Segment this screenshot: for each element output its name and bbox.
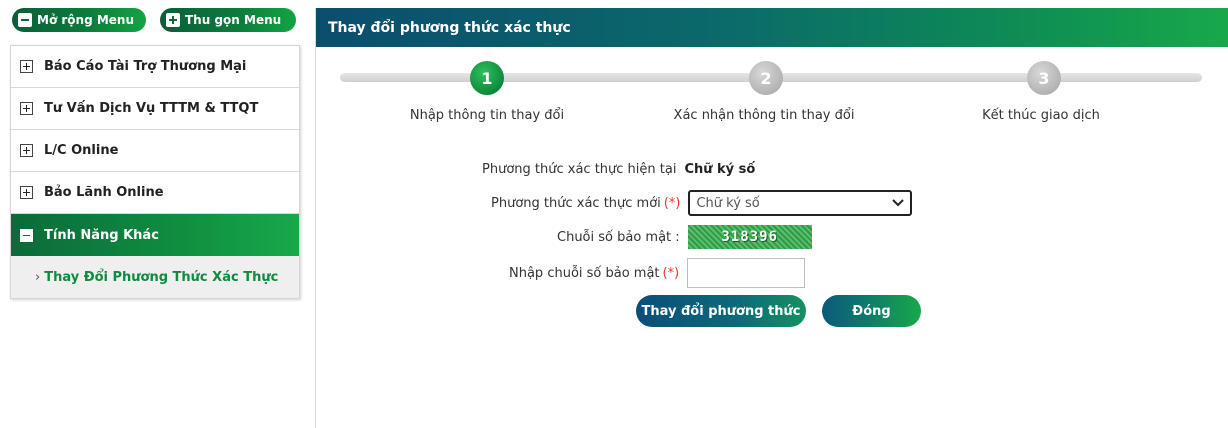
- progress-steps: 1 2 3 Nhập thông tin thay đổi Xác nhận t…: [316, 56, 1228, 136]
- plus-icon: [166, 13, 180, 27]
- new-method-label: Phương thức xác thực mới: [491, 195, 661, 211]
- collapse-menu-button[interactable]: Thu gọn Menu: [160, 8, 296, 32]
- chevron-right-icon: ›: [35, 269, 41, 285]
- collapse-minus-icon: [20, 228, 33, 242]
- menu-toggles: Mở rộng Menu Thu gọn Menu: [12, 8, 296, 32]
- change-method-label: Thay đổi phương thức: [641, 303, 801, 319]
- minus-icon: [18, 13, 32, 27]
- step-3-label: Kết thúc giao dịch: [982, 108, 1100, 123]
- sidebar: Mở rộng Menu Thu gọn Menu Báo Cáo Tài Tr…: [0, 0, 300, 428]
- expand-plus-icon: [20, 60, 33, 73]
- expand-menu-button[interactable]: Mở rộng Menu: [12, 8, 146, 32]
- captcha-input-label: Nhập chuỗi số bảo mật: [509, 265, 660, 281]
- panel-header: Thay đổi phương thức xác thực: [316, 8, 1228, 47]
- sidebar-item-lc-online[interactable]: L/C Online: [11, 130, 299, 172]
- new-method-row: Phương thức xác thực mới (*) Chữ ký số: [491, 190, 913, 216]
- required-mark: (*): [663, 195, 681, 211]
- expand-plus-icon: [20, 102, 33, 115]
- step-3-number: 3: [1038, 68, 1050, 88]
- sidebar-item-other-features[interactable]: Tính Năng Khác: [11, 214, 299, 256]
- step-1-circle: 1: [470, 61, 504, 95]
- current-method-value: Chữ ký số: [684, 161, 756, 177]
- sidebar-item-guarantee-online[interactable]: Bảo Lãnh Online: [11, 172, 299, 214]
- current-method-row: Phương thức xác thực hiện tại Chữ ký số: [482, 160, 755, 178]
- step-2-number: 2: [760, 68, 772, 88]
- page-title: Thay đổi phương thức xác thực: [328, 19, 571, 36]
- submenu-item-change-auth-method[interactable]: › Thay Đổi Phương Thức Xác Thực: [11, 256, 299, 298]
- submenu-item-label: Thay Đổi Phương Thức Xác Thực: [44, 269, 279, 285]
- expand-plus-icon: [20, 186, 33, 199]
- sidebar-item-label: Tính Năng Khác: [44, 227, 159, 243]
- captcha-input[interactable]: [687, 258, 806, 288]
- sidebar-item-consulting[interactable]: Tư Vấn Dịch Vụ TTTM & TTQT: [11, 88, 299, 130]
- captcha-input-row: Nhập chuỗi số bảo mật (*): [509, 258, 806, 288]
- new-method-selected-value: Chữ ký số: [696, 195, 760, 211]
- captcha-value: 318396: [721, 229, 778, 245]
- sidebar-item-label: Bảo Lãnh Online: [44, 185, 164, 200]
- change-method-button[interactable]: Thay đổi phương thức: [636, 295, 806, 327]
- step-1-number: 1: [481, 68, 493, 88]
- sidebar-item-label: Tư Vấn Dịch Vụ TTTM & TTQT: [44, 101, 259, 116]
- expand-menu-label: Mở rộng Menu: [37, 13, 135, 27]
- sidebar-item-label: Báo Cáo Tài Trợ Thương Mại: [44, 59, 247, 74]
- captcha-label: Chuỗi số bảo mật :: [557, 229, 680, 245]
- captcha-row: Chuỗi số bảo mật : 318396: [557, 225, 812, 249]
- step-3-circle: 3: [1027, 61, 1061, 95]
- new-method-select[interactable]: Chữ ký số: [688, 190, 913, 216]
- step-2-circle: 2: [749, 61, 783, 95]
- required-mark: (*): [662, 265, 680, 281]
- sidebar-item-label: L/C Online: [44, 143, 119, 158]
- close-button[interactable]: Đóng: [822, 295, 921, 327]
- current-method-label: Phương thức xác thực hiện tại: [482, 161, 677, 177]
- expand-plus-icon: [20, 144, 33, 157]
- sidebar-menu: Báo Cáo Tài Trợ Thương Mại Tư Vấn Dịch V…: [10, 45, 300, 299]
- collapse-menu-label: Thu gọn Menu: [185, 13, 282, 27]
- sidebar-item-trade-finance-report[interactable]: Báo Cáo Tài Trợ Thương Mại: [11, 46, 299, 88]
- chevron-down-icon: [892, 199, 905, 207]
- step-2-label: Xác nhận thông tin thay đổi: [673, 108, 855, 123]
- step-1-label: Nhập thông tin thay đổi: [409, 108, 565, 123]
- close-label: Đóng: [852, 303, 891, 319]
- captcha-image: 318396: [687, 225, 812, 249]
